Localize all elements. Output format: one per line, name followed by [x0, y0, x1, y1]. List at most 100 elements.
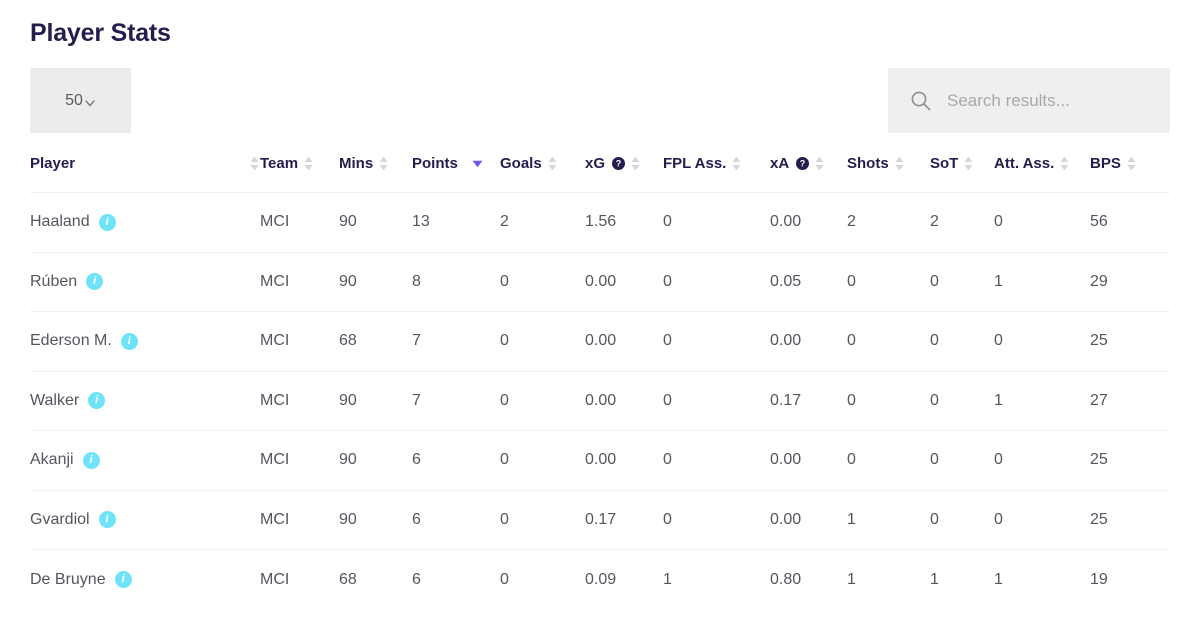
cell-player: Haaland i [30, 192, 260, 252]
cell-sot: 0 [930, 370, 994, 431]
cell-xg: 0.00 [585, 430, 663, 490]
column-header-xg[interactable]: xG ? [585, 155, 663, 193]
column-label-team: Team [260, 155, 299, 172]
help-icon-xa[interactable]: ? [796, 157, 810, 170]
cell-team: MCI [260, 430, 339, 490]
page-title: Player Stats [30, 19, 171, 47]
cell-shots: 2 [847, 192, 930, 252]
column-header-goals[interactable]: Goals [500, 155, 585, 193]
column-header-shots[interactable]: Shots [847, 155, 930, 193]
sort-icon-player[interactable] [249, 155, 260, 172]
info-icon[interactable]: i [88, 392, 106, 410]
table-header: Player Team Mins Points Goals xG ? FPL A… [30, 155, 1170, 193]
cell-mins: 90 [339, 430, 412, 490]
column-header-sot[interactable]: SoT [930, 155, 994, 193]
cell-player: Ederson M. i [30, 311, 260, 371]
table-body: Haaland i MCI 90 13 2 1.56 0 0.00 2 2 0 56 Rúben i MCI 9… [30, 192, 1170, 609]
sort-icon-shots[interactable] [894, 155, 905, 172]
column-label-points: Points [412, 155, 458, 172]
column-header-fpl-ass[interactable]: FPL Ass. [663, 155, 770, 193]
column-header-points[interactable]: Points [412, 155, 500, 193]
cell-goals: 0 [500, 311, 585, 371]
cell-bps: 25 [1090, 430, 1170, 490]
cell-fpl-ass: 0 [663, 251, 770, 312]
player-name[interactable]: Haaland [30, 213, 90, 231]
table-row: Walker i MCI 90 7 0 0.00 0 0.17 0 0 1 27 [30, 370, 1170, 431]
cell-mins: 90 [339, 251, 412, 312]
info-icon[interactable]: i [86, 273, 104, 291]
cell-att-ass: 1 [994, 549, 1090, 609]
cell-player: Rúben i [30, 251, 260, 312]
cell-team: MCI [260, 549, 339, 609]
chevron-down-icon [84, 96, 96, 108]
cell-player: Walker i [30, 370, 260, 431]
column-header-bps[interactable]: BPS [1090, 155, 1170, 193]
sort-icon-mins[interactable] [378, 155, 389, 172]
column-header-team[interactable]: Team [260, 155, 339, 193]
table-row: De Bruyne i MCI 68 6 0 0.09 1 0.80 1 1 1 19 [30, 549, 1170, 609]
cell-bps: 27 [1090, 370, 1170, 431]
table-row: Gvardiol i MCI 90 6 0 0.17 0 0.00 1 0 0 25 [30, 489, 1170, 550]
cell-mins: 90 [339, 489, 412, 550]
sort-icon-xg[interactable] [630, 155, 641, 172]
player-name[interactable]: Gvardiol [30, 511, 90, 529]
info-icon[interactable]: i [82, 451, 100, 469]
column-label-bps: BPS [1090, 155, 1121, 172]
cell-sot: 0 [930, 430, 994, 490]
search-input[interactable] [947, 90, 1157, 111]
svg-text:?: ? [800, 159, 806, 169]
sort-icon-team[interactable] [303, 155, 314, 172]
cell-shots: 0 [847, 430, 930, 490]
sort-icon-bps[interactable] [1126, 155, 1137, 172]
player-name[interactable]: Akanji [30, 451, 74, 469]
cell-points: 6 [412, 549, 500, 609]
cell-mins: 90 [339, 192, 412, 252]
cell-xg: 1.56 [585, 192, 663, 252]
search-box[interactable] [888, 68, 1170, 133]
sort-icon-att-ass[interactable] [1059, 155, 1070, 172]
cell-shots: 0 [847, 311, 930, 371]
cell-xg: 0.00 [585, 311, 663, 371]
help-icon-xg[interactable]: ? [612, 157, 626, 170]
cell-sot: 1 [930, 549, 994, 609]
cell-points: 6 [412, 489, 500, 550]
cell-team: MCI [260, 251, 339, 312]
column-header-mins[interactable]: Mins [339, 155, 412, 193]
cell-xg: 0.00 [585, 370, 663, 431]
cell-shots: 1 [847, 489, 930, 550]
cell-goals: 0 [500, 430, 585, 490]
column-header-att-ass[interactable]: Att. Ass. [994, 155, 1090, 193]
info-icon[interactable]: i [98, 213, 116, 231]
cell-xa: 0.17 [770, 370, 847, 431]
table-row: Rúben i MCI 90 8 0 0.00 0 0.05 0 0 1 29 [30, 251, 1170, 312]
cell-goals: 0 [500, 549, 585, 609]
player-name[interactable]: Rúben [30, 273, 77, 291]
cell-player: Akanji i [30, 430, 260, 490]
player-name[interactable]: De Bruyne [30, 571, 106, 589]
cell-mins: 68 [339, 311, 412, 371]
cell-fpl-ass: 0 [663, 311, 770, 371]
player-name[interactable]: Ederson M. [30, 332, 112, 350]
sort-icon-sot[interactable] [963, 155, 974, 172]
cell-xa: 0.00 [770, 489, 847, 550]
info-icon[interactable]: i [114, 571, 132, 588]
cell-sot: 0 [930, 251, 994, 312]
cell-att-ass: 0 [994, 430, 1090, 490]
cell-mins: 90 [339, 370, 412, 431]
svg-text:?: ? [616, 159, 622, 169]
page-size-dropdown[interactable]: 50 [30, 68, 131, 133]
cell-sot: 0 [930, 489, 994, 550]
sort-icon-xa[interactable] [814, 155, 825, 172]
sort-icon-goals[interactable] [547, 155, 558, 172]
table-header-row: Player Team Mins Points Goals xG ? FPL A… [30, 155, 1170, 193]
info-icon[interactable]: i [98, 511, 116, 529]
sort-icon-fpl-ass[interactable] [731, 155, 742, 172]
player-name[interactable]: Walker [30, 392, 79, 410]
cell-bps: 29 [1090, 251, 1170, 312]
info-icon[interactable]: i [120, 332, 138, 350]
sort-desc-icon-points[interactable] [471, 157, 484, 170]
column-header-xa[interactable]: xA ? [770, 155, 847, 193]
cell-xa: 0.00 [770, 430, 847, 490]
column-header-player[interactable]: Player [30, 155, 260, 193]
cell-xg: 0.09 [585, 549, 663, 609]
